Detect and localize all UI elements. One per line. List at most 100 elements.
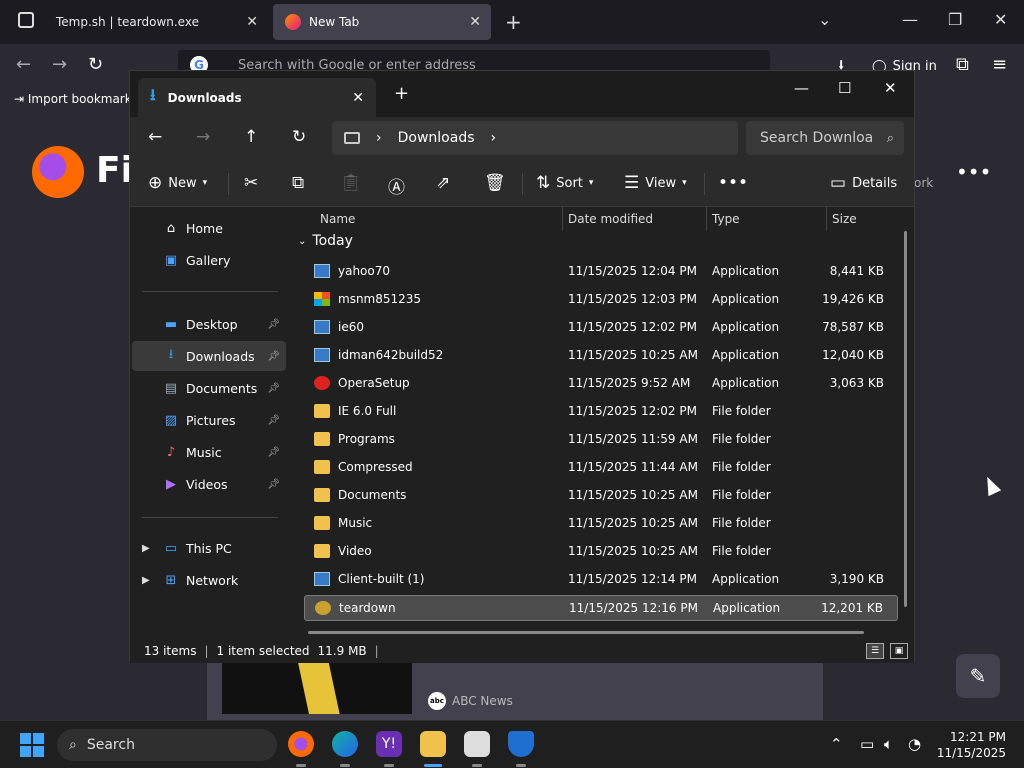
paste-button[interactable]: 📋︎ [340,173,362,193]
nav-item-downloads[interactable]: ⭳ Downloads 📌︎ [132,341,286,371]
running-indicator [472,764,482,767]
minimize-button[interactable]: — [902,10,918,29]
edge-icon[interactable] [332,731,358,757]
table-row[interactable]: ie60 11/15/2025 12:02 PM Application 78,587… [304,315,898,341]
chevron-down-icon[interactable]: ⌄ [818,10,831,29]
import-bookmarks-link[interactable]: ⇥ Import bookmarks [14,92,138,106]
table-row[interactable]: Client-built (1) 11/15/2025 12:14 PM Appli… [304,567,898,593]
rename-button[interactable]: Ⓐ [388,173,405,198]
nav-item-this-pc[interactable]: ▶ ▭ This PC [132,533,286,563]
nav-item-home[interactable]: ⌂ Home [132,213,286,243]
extensions-icon[interactable]: ⧉ [956,54,969,75]
application-icon [314,376,330,390]
network-icon[interactable]: ▭ [860,735,874,753]
menu-icon[interactable]: ≡ [992,54,1007,75]
new-tab-button[interactable]: + [505,10,522,34]
table-row[interactable]: yahoo70 11/15/2025 12:04 PM Application 8,4… [304,259,898,285]
group-header-today[interactable]: ⌄ Today [298,233,353,249]
back-icon[interactable]: ← [148,127,162,147]
sort-button[interactable]: ⇅ Sort ▾ [536,173,593,193]
file-type: Application [712,320,780,334]
edit-pencil-button[interactable]: ✎ [956,654,1000,698]
close-icon[interactable]: ✕ [469,14,481,30]
vertical-scrollbar[interactable] [904,231,907,607]
nav-label: Home [186,220,223,236]
nav-item-network[interactable]: ▶ ⊞ Network [132,565,286,595]
firefox-tab-newtab[interactable]: New Tab ✕ [273,4,491,40]
details-view-icon[interactable]: ☰ [866,643,884,659]
windows-security-icon[interactable] [508,731,534,757]
column-header-type[interactable]: Type [712,207,740,231]
chevron-up-icon[interactable]: ⌃ [830,735,843,753]
table-row[interactable]: teardown 11/15/2025 12:16 PM Application 12… [304,595,898,621]
copy-button[interactable]: ⧉ [292,173,304,193]
chevron-right-icon[interactable]: ▶ [142,543,150,554]
nav-item-music[interactable]: ♪ Music 📌︎ [132,437,286,467]
forward-icon[interactable]: → [196,127,210,147]
close-window-button[interactable]: ✕ [884,79,897,97]
minimize-button[interactable]: — [794,79,809,97]
table-row[interactable]: Documents 11/15/2025 10:25 AM File folder [304,483,898,509]
breadcrumb-downloads[interactable]: Downloads [398,130,475,146]
nav-item-gallery[interactable]: ▣ Gallery [132,245,286,275]
nav-item-documents[interactable]: ▤ Documents 📌︎ [132,373,286,403]
view-button[interactable]: ☰ View ▾ [624,173,687,193]
table-row[interactable]: Programs 11/15/2025 11:59 AM File folder [304,427,898,453]
nav-item-pictures[interactable]: ▨ Pictures 📌︎ [132,405,286,435]
table-row[interactable]: msnm851235 11/15/2025 12:03 PM Application… [304,287,898,313]
table-row[interactable]: IE 6.0 Full 11/15/2025 12:02 PM File folde… [304,399,898,425]
column-header-name[interactable]: Name [320,207,355,231]
close-icon[interactable]: ✕ [246,14,258,30]
column-header-size[interactable]: Size [832,207,857,231]
taskbar-search[interactable]: ⌕ Search [57,729,277,761]
firefox-tab-tempsh[interactable]: Temp.sh | teardown.exe ✕ [44,4,268,40]
table-row[interactable]: OperaSetup 11/15/2025 9:52 AM Application 3… [304,371,898,397]
explorer-tab-downloads[interactable]: ⭳ Downloads ✕ [138,78,376,117]
table-row[interactable]: idman642build52 11/15/2025 10:25 AM Applic… [304,343,898,369]
nav-item-videos[interactable]: ▶ Videos 📌︎ [132,469,286,499]
close-window-button[interactable]: ✕ [994,10,1007,29]
up-icon[interactable]: ↑ [244,127,258,147]
clock-date: 11/15/2025 [936,746,1006,760]
share-button[interactable]: ⇗ [436,173,450,193]
firefox-icon[interactable] [288,731,314,757]
maximize-button[interactable]: ❐ [948,10,962,29]
new-button[interactable]: ⊕ New ▾ [148,173,207,193]
column-divider[interactable] [826,207,827,231]
nav-item-desktop[interactable]: ▬ Desktop 📌︎ [132,309,286,339]
table-row[interactable]: Compressed 11/15/2025 11:44 AM File folder [304,455,898,481]
file-explorer-window: ⭳ Downloads ✕ + — ☐ ✕ ← → ↑ ↻ › Download… [129,70,915,663]
more-options-button[interactable]: ••• [718,173,748,193]
refresh-icon[interactable]: ↻ [292,127,306,147]
gallery-icon: ▣ [164,252,178,268]
forward-icon[interactable]: → [52,54,67,75]
file-explorer-icon[interactable] [420,731,446,757]
reload-icon[interactable]: ↻ [88,54,103,75]
horizontal-scrollbar[interactable] [308,631,864,634]
notification-icon[interactable]: ◔ [908,735,921,753]
tiles-view-icon[interactable]: ▣ [890,643,908,659]
column-header-date[interactable]: Date modified [568,207,653,231]
cut-button[interactable]: ✂ [244,173,258,193]
chevron-right-icon[interactable]: ▶ [142,575,150,586]
table-row[interactable]: Video 11/15/2025 10:25 AM File folder [304,539,898,565]
delete-button[interactable]: 🗑︎ [484,173,506,193]
back-icon[interactable]: ← [16,54,31,75]
system-clock[interactable]: 12:21 PM 11/15/2025 [937,729,1006,761]
search-input[interactable]: Search Downloa ⌕ [746,121,904,155]
maximize-button[interactable]: ☐ [838,79,851,97]
windows-start-icon[interactable] [20,733,44,757]
details-button[interactable]: ▭ Details [830,173,897,193]
column-divider[interactable] [706,207,707,231]
volume-icon[interactable]: 🔈︎ [884,735,893,753]
more-options-icon[interactable]: ••• [956,160,991,184]
explorer-new-tab-button[interactable]: + [394,83,409,104]
table-row[interactable]: Music 11/15/2025 10:25 AM File folder [304,511,898,537]
nav-label: Gallery [186,252,231,268]
control-panel-icon[interactable] [464,731,490,757]
yahoo-messenger-icon[interactable]: Y! [376,731,402,757]
breadcrumb[interactable]: › Downloads › [332,121,738,155]
column-divider[interactable] [562,207,563,231]
list-tabs-icon[interactable] [18,12,34,28]
close-icon[interactable]: ✕ [352,90,364,106]
